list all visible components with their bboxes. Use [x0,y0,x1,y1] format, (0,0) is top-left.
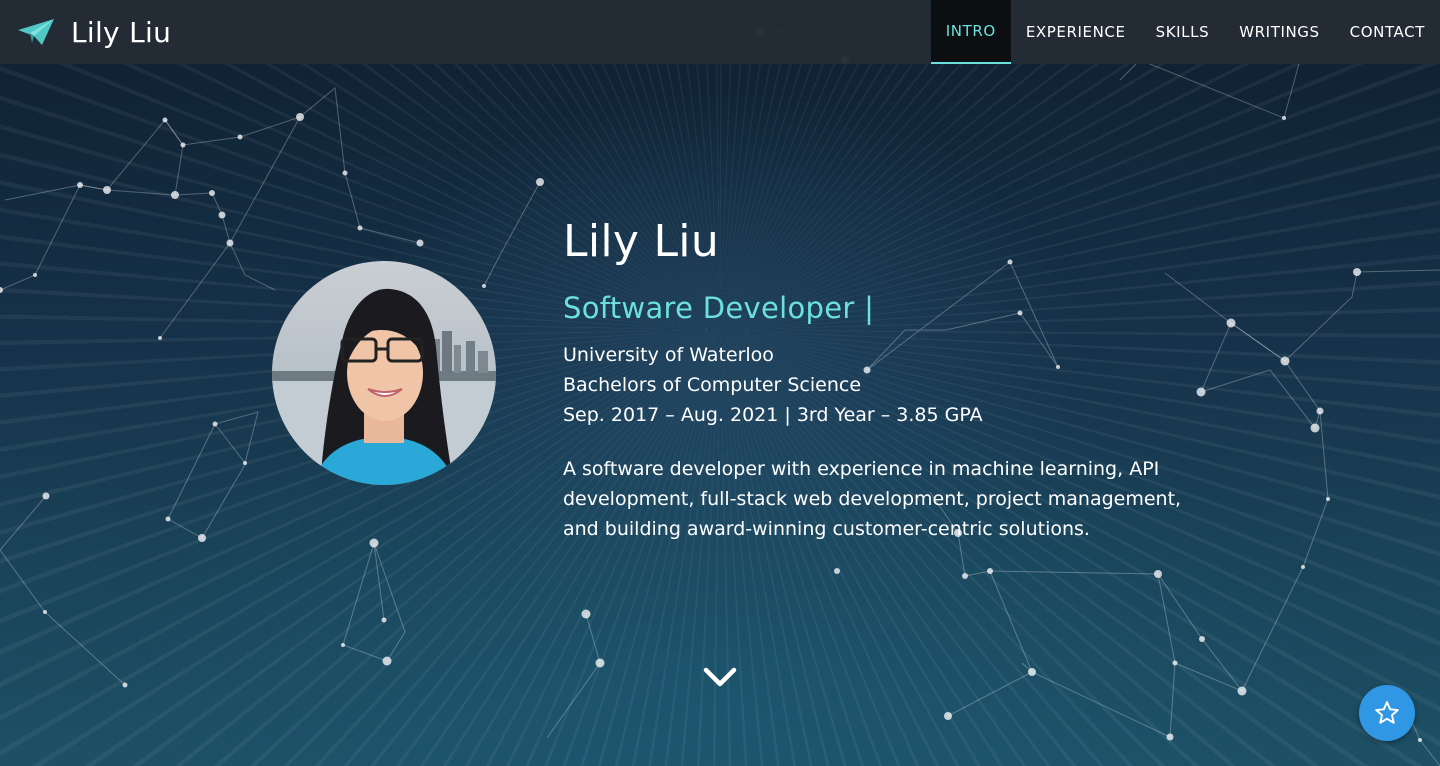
nav-item-writings[interactable]: WRITINGS [1224,0,1334,64]
hero-name: Lily Liu [563,216,720,267]
paper-plane-icon [18,19,54,45]
chevron-down-icon [703,667,737,687]
education-dates: Sep. 2017 – Aug. 2021 | 3rd Year – 3.85 … [563,404,983,426]
nav-item-experience[interactable]: EXPERIENCE [1011,0,1141,64]
brand-name: Lily Liu [71,15,172,49]
nav-item-intro[interactable]: INTRO [930,0,1011,64]
profile-photo-illustration [272,261,496,485]
top-navbar: Lily Liu INTRO EXPERIENCE SKILLS WRITING… [0,0,1440,64]
education-block: University of Waterloo Bachelors of Comp… [563,340,1203,430]
brand[interactable]: Lily Liu [0,0,171,64]
hero-summary: A software developer with experience in … [563,458,1182,540]
main-nav: INTRO EXPERIENCE SKILLS WRITINGS CONTACT [930,0,1440,64]
hero-role: Software Developer | [563,291,875,325]
star-icon [1375,701,1399,724]
favorite-fab-button[interactable] [1359,685,1415,741]
scroll-down-button[interactable] [702,662,738,692]
profile-photo [272,261,496,485]
nav-item-contact[interactable]: CONTACT [1335,0,1440,64]
intro-section: Lily Liu Software Developer | University… [563,210,1203,544]
education-degree: Bachelors of Computer Science [563,374,862,396]
nav-item-skills[interactable]: SKILLS [1141,0,1225,64]
education-school: University of Waterloo [563,344,774,366]
